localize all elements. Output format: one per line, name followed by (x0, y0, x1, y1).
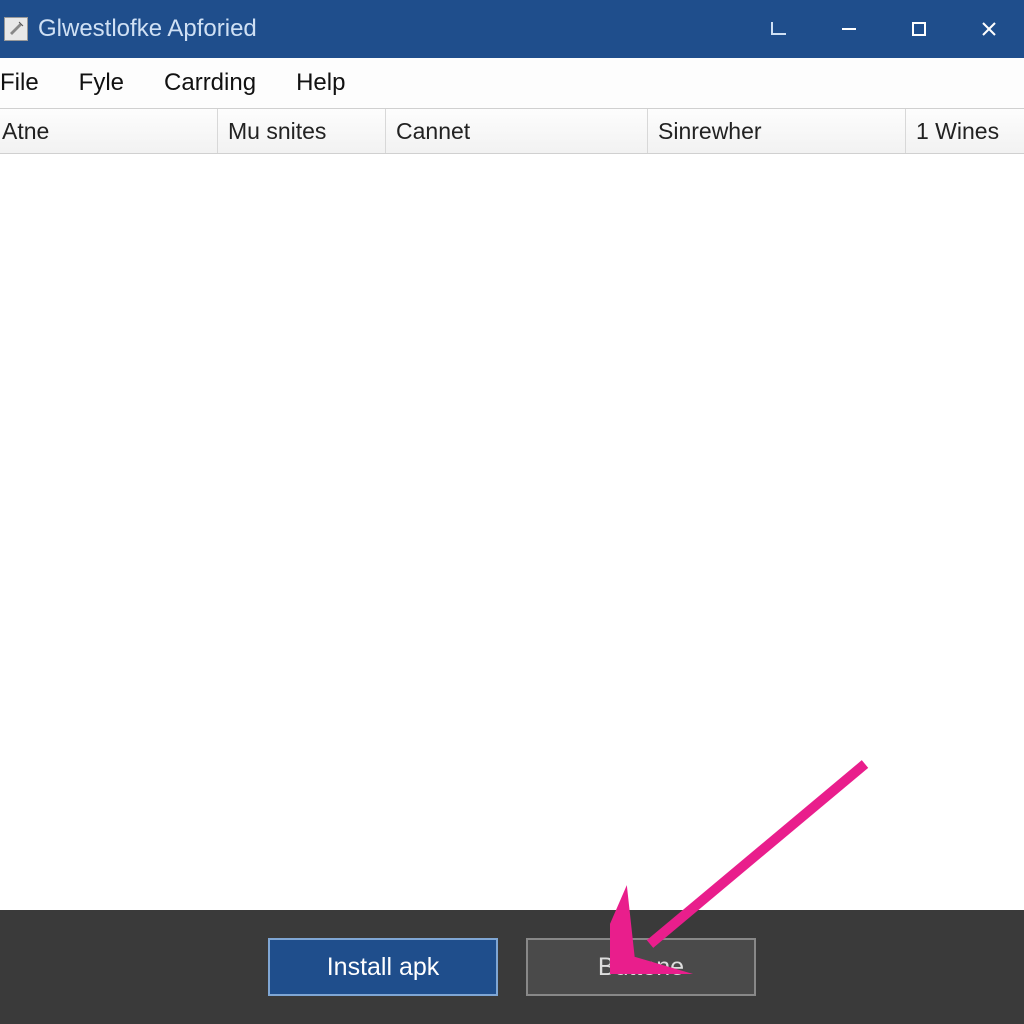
column-header-wines[interactable]: 1 Wines (906, 109, 1024, 153)
close-button[interactable] (954, 0, 1024, 58)
titlebar: Glwestlofke Apforied (0, 0, 1024, 58)
minimize-button[interactable] (814, 0, 884, 58)
menu-fyle[interactable]: Fyle (59, 58, 144, 108)
main-content-area (0, 154, 1024, 910)
maximize-button[interactable] (884, 0, 954, 58)
menubar: File Fyle Carrding Help (0, 58, 1024, 108)
menu-file[interactable]: File (0, 58, 59, 108)
menu-carrding[interactable]: Carrding (144, 58, 276, 108)
column-header-sinrewher[interactable]: Sinrewher (648, 109, 906, 153)
column-header-cannet[interactable]: Cannet (386, 109, 648, 153)
window-title: Glwestlofke Apforied (38, 15, 257, 43)
titlebar-extra-icon (744, 0, 814, 58)
column-header-atne[interactable]: Atne (0, 109, 218, 153)
window-controls (744, 0, 1024, 58)
app-window: Glwestlofke Apforied File Fyle Carrding … (0, 0, 1024, 1024)
buttone-button[interactable]: Buttone (526, 938, 756, 996)
install-apk-button[interactable]: Install apk (268, 938, 498, 996)
menu-help[interactable]: Help (276, 58, 365, 108)
bottom-toolbar: Install apk Buttone (0, 910, 1024, 1024)
app-icon (4, 17, 28, 41)
column-header-musnites[interactable]: Mu snites (218, 109, 386, 153)
column-headers: Atne Mu snites Cannet Sinrewher 1 Wines (0, 108, 1024, 154)
